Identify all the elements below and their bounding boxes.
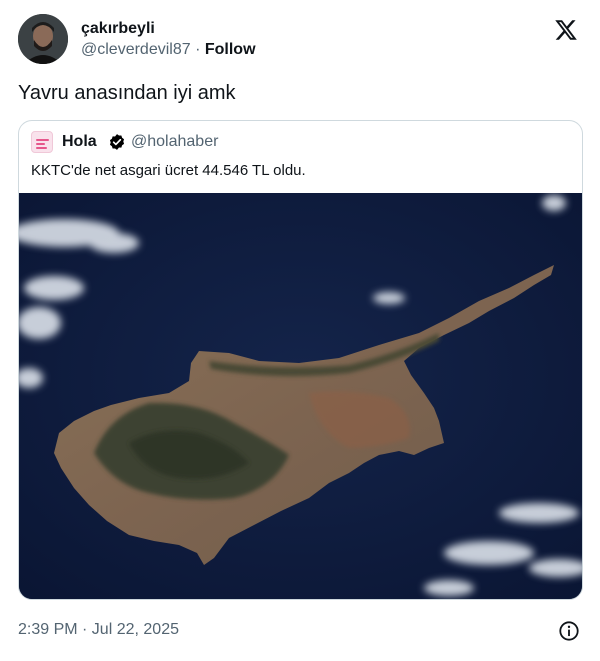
x-logo-icon[interactable] bbox=[554, 18, 578, 42]
quoted-tweet-text: KKTC'de net asgari ücret 44.546 TL oldu. bbox=[31, 162, 306, 179]
quoted-handle[interactable]: @holahaber bbox=[131, 132, 218, 152]
info-icon[interactable] bbox=[558, 620, 580, 642]
author-handle-line: @cleverdevil87 · Follow bbox=[81, 40, 256, 60]
tweet-header: çakırbeyli @cleverdevil87 · Follow bbox=[18, 14, 582, 64]
tweet-timestamp[interactable]: 2:39 PM · Jul 22, 2025 bbox=[18, 620, 179, 640]
quoted-tweet[interactable]: Hola @holahaber KKTC'de net asgari ücret… bbox=[18, 120, 583, 600]
satellite-image-of-cyprus bbox=[19, 193, 582, 599]
separator-dot: · bbox=[195, 41, 201, 58]
quoted-display-name[interactable]: Hola bbox=[62, 132, 97, 152]
tweet-text: Yavru anasından iyi amk bbox=[18, 82, 236, 104]
verified-badge-icon bbox=[109, 134, 125, 150]
avatar[interactable] bbox=[18, 14, 68, 64]
author-handle[interactable]: @cleverdevil87 bbox=[81, 41, 191, 58]
author-display-name[interactable]: çakırbeyli bbox=[81, 19, 155, 39]
hola-logo-icon[interactable] bbox=[31, 131, 53, 153]
follow-button[interactable]: Follow bbox=[205, 41, 256, 58]
quoted-media-image[interactable] bbox=[19, 193, 582, 599]
